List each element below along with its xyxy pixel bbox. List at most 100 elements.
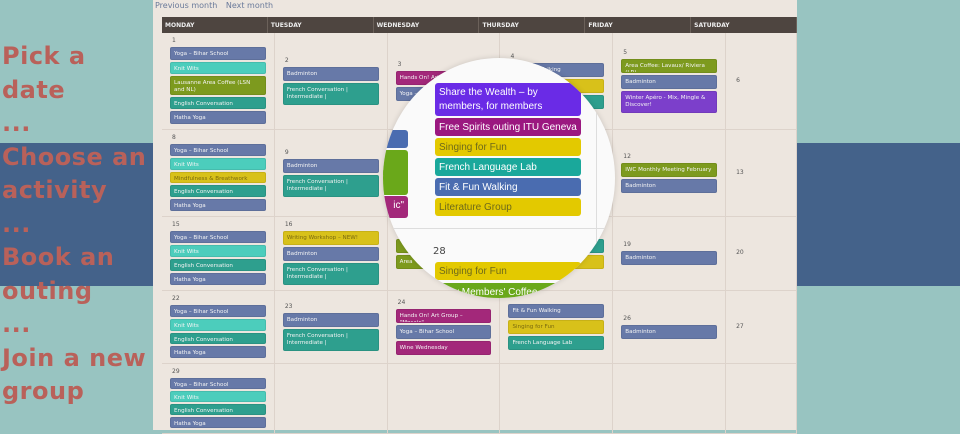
- event-item[interactable]: French Conversation | Intermediate |: [282, 174, 379, 197]
- day-cell[interactable]: 5 Area Coffee: Lavaux/ Riviera (LR) Badmin…: [613, 33, 727, 129]
- event-item[interactable]: Mindfulness & Breathwork: [170, 171, 266, 184]
- day-number: 15: [172, 221, 180, 228]
- event-item[interactable]: Hatha Yoga: [170, 346, 266, 358]
- day-cell[interactable]: 2 Badminton French Conversation | Intermed…: [275, 33, 388, 129]
- event-item[interactable]: Singing for Fun: [508, 320, 605, 334]
- event-item[interactable]: Badminton: [282, 66, 379, 81]
- event-item[interactable]: Badminton: [282, 158, 379, 173]
- event-item[interactable]: IWC Monthly Meeting February: [621, 162, 718, 177]
- event-item[interactable]: Yoga – Bihar School: [170, 231, 266, 243]
- event-item[interactable]: Badminton: [282, 312, 379, 327]
- event-item[interactable]: English Conversation: [170, 332, 266, 345]
- event-item[interactable]: English Conversation: [170, 259, 266, 271]
- weekday-header: MONDAY TUESDAY WEDNESDAY THURSDAY FRIDAY SATU…: [162, 17, 797, 33]
- event-item[interactable]: Knit Wits: [170, 61, 266, 75]
- event-item[interactable]: Hatha Yoga: [170, 417, 266, 428]
- event-item[interactable]: Wine Wednesday: [395, 340, 492, 355]
- event-item[interactable]: French Conversation | Intermediate |: [282, 263, 379, 285]
- day-cell[interactable]: [388, 364, 501, 433]
- day-cell[interactable]: 9 Badminton French Conversation | Intermed…: [275, 130, 388, 216]
- event-item[interactable]: Yoga – Bihar School: [170, 305, 266, 317]
- weekday-monday: MONDAY: [162, 17, 268, 33]
- event-item[interactable]: Yoga – Bihar School: [395, 324, 492, 339]
- event-item[interactable]: Writing Workshop – NEW!: [282, 231, 379, 245]
- day-cell[interactable]: 1 Yoga – Bihar School Knit Wits Lausanne Ar…: [162, 33, 275, 129]
- event-item[interactable]: Winter Apéro - Mix, Mingle & Discover!: [621, 90, 718, 113]
- event-item[interactable]: English Conversation: [170, 185, 266, 198]
- event-item[interactable]: Hatha Yoga: [170, 111, 266, 124]
- event-item[interactable]: Yoga – Bihar School: [170, 47, 266, 60]
- day-cell[interactable]: 27: [726, 291, 797, 363]
- promo-line: ...: [2, 310, 31, 338]
- day-cell[interactable]: [500, 364, 614, 433]
- day-cell[interactable]: 20: [726, 217, 797, 290]
- day-cell[interactable]: [275, 364, 388, 433]
- event-item[interactable]: Area Coffee: Lavaux/ Riviera (LR): [621, 58, 718, 73]
- day-cell[interactable]: 12 IWC Monthly Meeting February Badminton: [613, 130, 727, 216]
- magnified-event[interactable]: French Language Lab: [435, 158, 581, 176]
- day-cell[interactable]: 16 Writing Workshop – NEW! Badminton French…: [275, 217, 388, 290]
- event-item[interactable]: French Conversation | Intermediate |: [282, 82, 379, 105]
- weekday-wednesday: WEDNESDAY: [374, 17, 480, 33]
- promo-line: Join a new: [2, 343, 147, 372]
- event-item-partial[interactable]: [383, 170, 408, 195]
- event-item[interactable]: Hatha Yoga: [170, 273, 266, 285]
- day-cell[interactable]: 22 Yoga – Bihar School Knit Wits English Co…: [162, 291, 275, 363]
- day-cell[interactable]: [613, 364, 727, 433]
- event-item[interactable]: Badminton: [621, 178, 718, 193]
- event-item[interactable]: English Conversation: [170, 96, 266, 110]
- event-item[interactable]: Knit Wits: [170, 318, 266, 331]
- event-item[interactable]: Hands On! Art Group – "Mosaic": [395, 308, 492, 323]
- day-cell[interactable]: 24 Hands On! Art Group – "Mosaic" Yoga – B…: [388, 291, 501, 363]
- weekday-thursday: THURSDAY: [479, 17, 586, 33]
- magnified-event[interactable]: Singing for Fun: [435, 262, 581, 280]
- day-number: 12: [623, 152, 631, 160]
- event-item[interactable]: Hatha Yoga: [170, 199, 266, 211]
- event-item[interactable]: Lausanne Area Coffee (LSN and NL): [170, 76, 266, 95]
- event-item[interactable]: English Conversation: [170, 404, 266, 415]
- day-cell[interactable]: 19 Badminton: [613, 217, 727, 290]
- magnified-event[interactable]: Literature Group: [435, 198, 581, 216]
- event-item[interactable]: Knit Wits: [170, 391, 266, 402]
- day-number: 26: [623, 314, 631, 322]
- magnified-event[interactable]: Share the Wealth – by members, for membe…: [435, 83, 581, 116]
- day-cell[interactable]: 8 Yoga – Bihar School Knit Wits Mindfulness…: [162, 130, 275, 216]
- day-number: 13: [736, 168, 744, 176]
- day-number: 27: [736, 322, 744, 330]
- magnified-event[interactable]: Singing for Fun: [435, 138, 581, 156]
- promo-line: Choose an: [2, 142, 147, 171]
- event-item[interactable]: French Conversation | Intermediate |: [282, 328, 379, 351]
- event-item[interactable]: Fit & Fun Walking: [508, 304, 605, 318]
- event-item[interactable]: Knit Wits: [170, 245, 266, 257]
- previous-month-link[interactable]: Previous month: [155, 1, 217, 10]
- promo-line: group: [2, 377, 85, 405]
- day-number: 16: [284, 221, 293, 228]
- event-item-partial[interactable]: [383, 130, 408, 148]
- day-number: 5: [623, 48, 628, 56]
- day-cell[interactable]: 15 Yoga – Bihar School Knit Wits English Co…: [162, 217, 275, 290]
- day-cell[interactable]: 29 Yoga – Bihar School Knit Wits English Co…: [162, 364, 275, 433]
- day-number: 8: [172, 134, 176, 141]
- day-cell[interactable]: 13: [726, 130, 797, 216]
- day-cell[interactable]: 26 Badminton: [613, 291, 727, 363]
- weekday-saturday: SATURDAY: [691, 17, 797, 33]
- magnified-event[interactable]: Free Spirits outing ITU Geneva: [435, 118, 581, 136]
- event-item[interactable]: Yoga – Bihar School: [170, 378, 266, 389]
- magnified-event[interactable]: Fit & Fun Walking: [435, 178, 581, 196]
- event-item[interactable]: Yoga – Bihar School: [170, 144, 266, 156]
- next-month-link[interactable]: Next month: [226, 1, 273, 10]
- day-cell[interactable]: Fit & Fun Walking Singing for Fun French L…: [500, 291, 614, 363]
- event-item[interactable]: Badminton: [621, 324, 718, 339]
- event-item[interactable]: Badminton: [282, 247, 379, 261]
- event-item[interactable]: Knit Wits: [170, 157, 266, 170]
- event-item[interactable]: French Language Lab: [508, 336, 605, 350]
- day-cell[interactable]: 23 Badminton French Conversation | Interme…: [275, 291, 388, 363]
- event-item[interactable]: Badminton: [621, 74, 718, 89]
- promo-line: ...: [2, 209, 31, 238]
- event-item-partial[interactable]: ic": [383, 196, 408, 218]
- magnified-event[interactable]: New Members' Coffee: [435, 283, 581, 298]
- event-item[interactable]: Badminton: [621, 251, 718, 265]
- day-cell[interactable]: 6: [726, 33, 797, 129]
- calendar-week: 29 Yoga – Bihar School Knit Wits English Co…: [162, 364, 797, 434]
- day-cell[interactable]: [726, 364, 797, 433]
